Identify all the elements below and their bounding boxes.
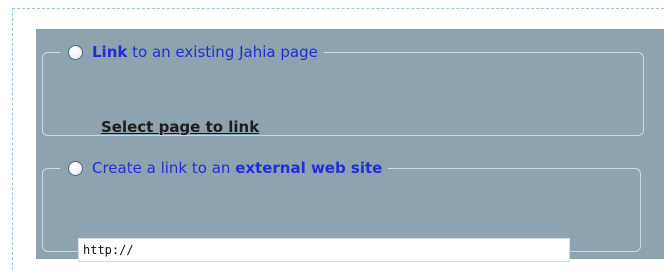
internal-link-legend-text: to an existing Jahia page: [132, 43, 318, 61]
external-url-input[interactable]: [78, 238, 570, 262]
select-page-link[interactable]: Select page to link: [101, 118, 259, 136]
external-link-radio[interactable]: [68, 160, 83, 176]
dashed-border-top: [12, 8, 664, 9]
internal-link-legend-strong: Link: [92, 43, 128, 61]
external-link-legend: Create a link to an external web site: [60, 158, 388, 178]
external-link-group: Create a link to an external web site: [42, 158, 641, 262]
internal-link-legend: Link to an existing Jahia page: [60, 42, 324, 62]
external-link-legend-strong: external web site: [235, 159, 383, 177]
external-link-legend-text: Create a link to an: [92, 159, 231, 177]
internal-link-group: Link to an existing Jahia page Select pa…: [42, 42, 644, 136]
link-type-panel: Link to an existing Jahia page Select pa…: [36, 29, 664, 262]
dashed-border-left: [12, 8, 13, 270]
internal-link-radio[interactable]: [68, 44, 83, 60]
